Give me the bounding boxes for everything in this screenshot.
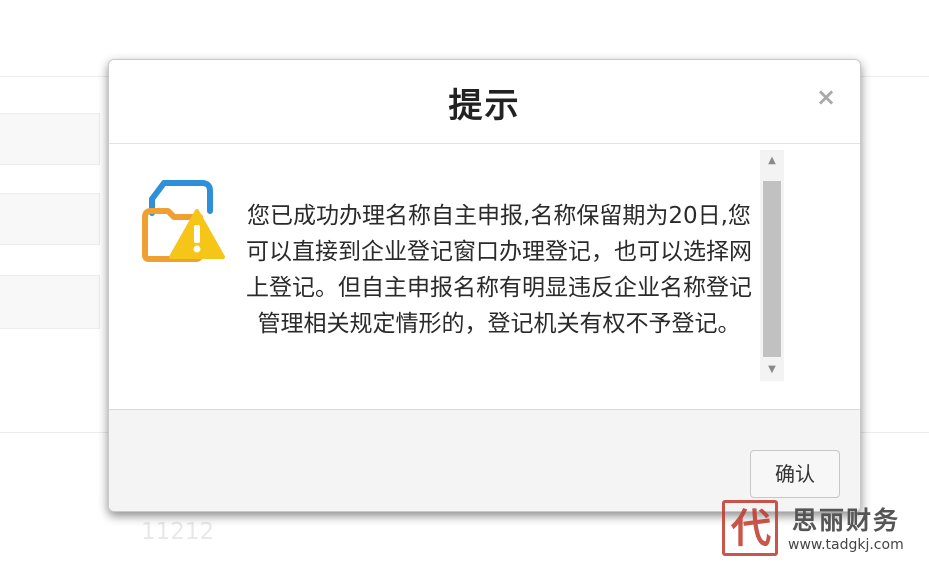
confirm-button[interactable]: 确认 [750, 450, 840, 498]
bg-cell [0, 275, 100, 329]
watermark-stamp-icon: 代 [722, 500, 778, 556]
dialog-footer: 确认 [109, 409, 860, 511]
watermark-url: www.tadgkj.com [788, 537, 904, 553]
vertical-scrollbar[interactable]: ▲ ▼ [760, 150, 784, 381]
bg-cell [0, 193, 100, 245]
watermark: 代 思丽财务 www.tadgkj.com [722, 499, 929, 559]
bg-cell [0, 113, 100, 165]
bg-number: 11212 [141, 519, 215, 545]
dialog-title: 提示 [448, 86, 521, 126]
scroll-up-arrow-icon[interactable]: ▲ [760, 150, 784, 172]
dialog-header: 提示 × [109, 60, 860, 144]
dialog-message: 您已成功办理名称自主申报,名称保留期为20日,您可以直接到企业登记窗口办理登记，… [246, 203, 752, 337]
close-button[interactable]: × [816, 84, 836, 110]
scroll-thumb[interactable] [763, 181, 781, 357]
folder-warning-icon [142, 180, 225, 262]
dialog-body: 您已成功办理名称自主申报,名称保留期为20日,您可以直接到企业登记窗口办理登记，… [109, 145, 860, 409]
alert-dialog: 提示 × 您已成功办理名称自主申报,名称保留期为20日,您可以直接到企业登记窗口… [108, 59, 861, 512]
stamp-glyph: 代 [731, 505, 771, 552]
watermark-name: 思丽财务 [792, 506, 901, 535]
scroll-down-arrow-icon[interactable]: ▼ [760, 359, 784, 381]
